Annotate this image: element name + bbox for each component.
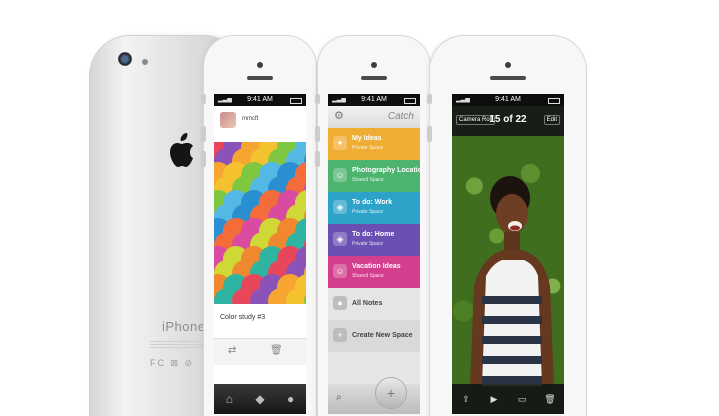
brand-text: iPhone — [162, 319, 206, 334]
woman-figure — [470, 176, 554, 386]
earpiece — [361, 76, 387, 80]
app-logo: Catch — [387, 111, 414, 122]
signal-icon: ▂▃▅ — [218, 97, 232, 103]
battery-icon — [290, 98, 302, 104]
screen: ▂▃▅ 9:41 AM ⚙ Catch ✦ My Ideas Private Spa… — [328, 94, 420, 414]
photo-nav-bar: Camera Roll 15 of 22 Edit — [452, 106, 564, 136]
volume-down-button — [315, 151, 320, 167]
space-item[interactable]: ◈ To do: Home Private Space — [328, 224, 420, 256]
gear-icon[interactable]: ⚙ — [334, 109, 344, 122]
status-bar: ▂▃▅ 9:41 AM — [214, 94, 306, 106]
space-item[interactable]: ☺ Photography Location Shared Space — [328, 160, 420, 192]
tag-icon[interactable]: ◆ — [245, 384, 276, 414]
post-header: mmcft — [214, 106, 306, 143]
status-time: 9:41 AM — [361, 96, 387, 103]
earpiece — [490, 76, 526, 80]
edit-button[interactable]: Edit — [543, 115, 560, 125]
notes-icon: ● — [333, 296, 347, 310]
volume-up-button — [201, 126, 206, 142]
photo-toolbar: ⇪ ▶ ▭ 🗑 — [452, 384, 564, 414]
iphone-photos-app: ▂▃▅ 9:41 AM Camera Roll 15 of 22 Edit ⇪ … — [427, 36, 586, 416]
compliance-marks: FC ⊠ ⊘ — [150, 358, 195, 368]
plus-icon: + — [333, 328, 347, 342]
bottom-bar: ⌕ + — [328, 378, 420, 414]
status-bar: ▂▃▅ 9:41 AM — [452, 94, 564, 106]
iphone-notes-app: ▂▃▅ 9:41 AM ⚙ Catch ✦ My Ideas Private Spa… — [315, 36, 430, 416]
status-bar: ▂▃▅ 9:41 AM — [328, 94, 420, 106]
color-study-image — [214, 142, 306, 304]
people-icon: ☺ — [333, 168, 347, 182]
tab-bar: ⌂ ◆ ● — [214, 384, 306, 414]
signal-icon: ▂▃▅ — [332, 97, 346, 103]
camera-flash — [142, 59, 148, 65]
search-icon[interactable]: ⌕ — [336, 392, 342, 403]
rear-camera — [118, 52, 132, 66]
space-title: Vacation Ideas — [352, 263, 401, 270]
trash-icon[interactable]: 🗑 — [270, 345, 283, 356]
avatar[interactable] — [220, 112, 236, 128]
profile-icon[interactable]: ● — [275, 384, 306, 414]
space-title: Create New Space — [352, 332, 413, 339]
space-subtitle: Private Space — [352, 209, 384, 215]
cube-icon: ◈ — [333, 200, 347, 214]
space-subtitle: Shared Space — [352, 273, 384, 279]
iphone-photo-app: ▂▃▅ 9:41 AM mmcft Color study #3 ⇄ 🗑 ⌂ ◆… — [201, 36, 316, 416]
home-icon[interactable]: ⌂ — [214, 384, 245, 414]
volume-up-button — [315, 126, 320, 142]
bulb-icon: ✦ — [333, 136, 347, 150]
front-camera — [257, 62, 263, 68]
space-subtitle: Private Space — [352, 241, 384, 247]
front-camera — [371, 62, 377, 68]
action-bar: ⇄ 🗑 — [214, 338, 306, 365]
space-item[interactable]: ● All Notes — [328, 288, 420, 320]
app-header: ⚙ Catch — [328, 106, 420, 128]
front-camera — [505, 62, 511, 68]
caption-area: Color study #3 — [214, 304, 306, 338]
screen: ▂▃▅ 9:41 AM Camera Roll 15 of 22 Edit ⇪ … — [452, 94, 564, 414]
screen: ▂▃▅ 9:41 AM mmcft Color study #3 ⇄ 🗑 ⌂ ◆… — [214, 94, 306, 414]
status-time: 9:41 AM — [495, 96, 521, 103]
space-title: To do: Home — [352, 231, 395, 238]
space-subtitle: Private Space — [352, 145, 384, 151]
space-item[interactable]: + Create New Space — [328, 320, 420, 352]
mute-switch — [427, 94, 432, 104]
space-title: Photography Location — [352, 167, 420, 174]
people-icon: ☺ — [333, 264, 347, 278]
caption-text: Color study #3 — [220, 314, 266, 321]
mute-switch — [315, 94, 320, 104]
volume-up-button — [427, 126, 432, 142]
mute-switch — [201, 94, 206, 104]
signal-icon: ▂▃▅ — [456, 97, 470, 103]
status-time: 9:41 AM — [247, 96, 273, 103]
play-icon[interactable]: ▶ — [480, 384, 508, 414]
space-item[interactable]: ☺ Vacation Ideas Shared Space — [328, 256, 420, 288]
airplay-icon[interactable]: ▭ — [508, 384, 536, 414]
username[interactable]: mmcft — [242, 116, 258, 122]
space-subtitle: Shared Space — [352, 177, 384, 183]
repost-icon[interactable]: ⇄ — [228, 345, 236, 356]
space-title: My Ideas — [352, 135, 382, 142]
space-item[interactable]: ✦ My Ideas Private Space — [328, 128, 420, 160]
add-note-button[interactable]: + — [376, 378, 406, 408]
cube-icon: ◈ — [333, 232, 347, 246]
photo-laughing-woman — [452, 136, 564, 386]
trash-icon[interactable]: 🗑 — [536, 384, 564, 414]
battery-icon — [548, 98, 560, 104]
space-title: All Notes — [352, 300, 383, 307]
earpiece — [247, 76, 273, 80]
space-item[interactable]: ◈ To do: Work Private Space — [328, 192, 420, 224]
share-icon[interactable]: ⇪ — [452, 384, 480, 414]
apple-logo-icon — [170, 133, 193, 167]
volume-down-button — [201, 151, 206, 167]
space-title: To do: Work — [352, 199, 393, 206]
battery-icon — [404, 98, 416, 104]
